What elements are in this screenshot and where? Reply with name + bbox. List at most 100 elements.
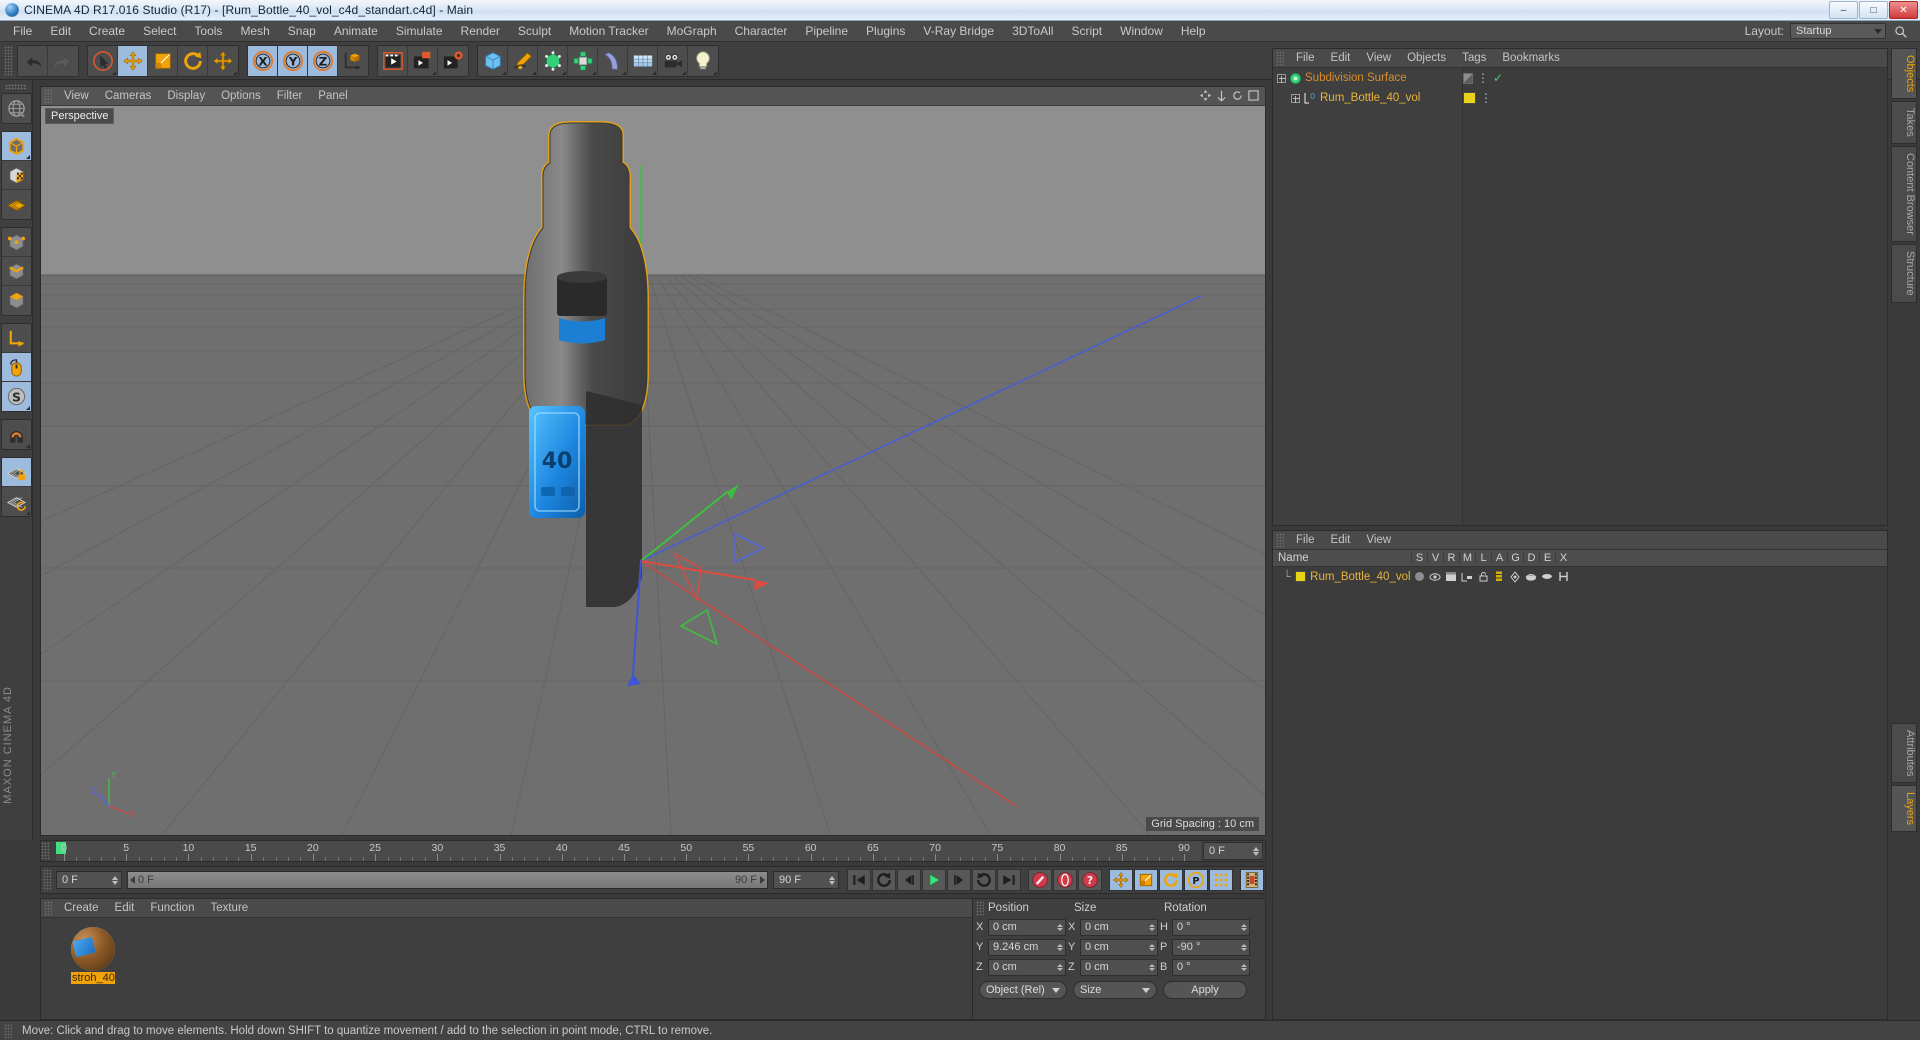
spinner-icon[interactable] bbox=[1057, 963, 1063, 971]
layer-generator-cell[interactable] bbox=[1507, 570, 1523, 583]
dropdown-corner-icon[interactable] bbox=[622, 70, 626, 75]
viewport-menu-panel[interactable]: Panel bbox=[310, 87, 355, 105]
layer-menu-edit[interactable]: Edit bbox=[1323, 534, 1359, 546]
check-icon[interactable]: ✓ bbox=[1493, 71, 1503, 85]
maximize-viewport-icon[interactable] bbox=[1248, 90, 1259, 101]
timeline-frame-field[interactable]: 0 F bbox=[1203, 842, 1263, 860]
menu-item-select[interactable]: Select bbox=[134, 21, 185, 41]
rotation-field-b[interactable]: 0 ° bbox=[1172, 958, 1250, 976]
rotate-view-icon[interactable] bbox=[1232, 90, 1243, 101]
coordinates-grip[interactable] bbox=[976, 900, 984, 916]
viewport-canvas[interactable]: Perspective 40 Y X Z Grid Spacing: 10 c… bbox=[41, 106, 1265, 835]
viewport-solo-button[interactable] bbox=[1, 353, 31, 382]
layer-xref-cell[interactable] bbox=[1555, 571, 1571, 582]
free-move-button[interactable] bbox=[208, 46, 238, 76]
timeline-ruler[interactable]: 0 5 10 15 20 25 30 35 40 45 50 55 60 65 70 75 80 85 90 bbox=[56, 841, 1201, 861]
add-scene-button[interactable] bbox=[598, 45, 628, 76]
menu-item-create[interactable]: Create bbox=[80, 21, 134, 41]
spinner-icon[interactable] bbox=[1253, 846, 1259, 856]
dropdown-corner-icon[interactable] bbox=[25, 511, 30, 515]
position-field-y[interactable]: 9.246 cm bbox=[988, 938, 1066, 956]
viewport-3d-scene[interactable]: 40 Y X Z bbox=[41, 106, 1265, 835]
side-tab-layers[interactable]: Layers bbox=[1891, 785, 1917, 833]
object-axis-button[interactable] bbox=[1, 324, 31, 353]
transport-grip[interactable] bbox=[43, 869, 52, 891]
menu-item-render[interactable]: Render bbox=[452, 21, 509, 41]
dropdown-corner-icon[interactable] bbox=[713, 70, 717, 75]
menu-item-sculpt[interactable]: Sculpt bbox=[509, 21, 560, 41]
dropdown-corner-icon[interactable] bbox=[112, 70, 116, 75]
render-region-button[interactable] bbox=[408, 45, 438, 76]
spinner-icon[interactable] bbox=[112, 875, 118, 885]
add-environment-button[interactable] bbox=[628, 45, 658, 76]
add-generator-button[interactable] bbox=[538, 45, 568, 76]
soft-selection-button[interactable]: S bbox=[1, 382, 31, 411]
layer-row[interactable]: └ Rum_Bottle_40_vol bbox=[1273, 567, 1887, 586]
menu-item-mesh[interactable]: Mesh bbox=[231, 21, 278, 41]
object-menu-objects[interactable]: Objects bbox=[1399, 52, 1454, 64]
add-light-button[interactable] bbox=[688, 46, 718, 76]
menu-item-plugins[interactable]: Plugins bbox=[857, 21, 914, 41]
dropdown-corner-icon[interactable] bbox=[532, 70, 536, 75]
side-tab-content-browser[interactable]: Content Browser bbox=[1891, 146, 1917, 242]
timeline-button[interactable] bbox=[1240, 869, 1264, 891]
spinner-icon[interactable] bbox=[1149, 963, 1155, 971]
size-field-z[interactable]: 0 cm bbox=[1080, 958, 1158, 976]
layer-name-cell[interactable]: └ Rum_Bottle_40_vol bbox=[1273, 571, 1411, 583]
layer-lock-cell[interactable] bbox=[1475, 571, 1491, 582]
object-menu-bookmarks[interactable]: Bookmarks bbox=[1494, 52, 1568, 64]
move-tool-button[interactable] bbox=[118, 45, 148, 76]
menu-item-file[interactable]: File bbox=[4, 21, 41, 41]
step-back-button[interactable] bbox=[897, 869, 921, 891]
menu-item-edit[interactable]: Edit bbox=[41, 21, 80, 41]
record-rotation-button[interactable] bbox=[1159, 869, 1183, 891]
layer-visible-cell[interactable] bbox=[1427, 572, 1443, 582]
spinner-icon[interactable] bbox=[1057, 943, 1063, 951]
rotate-tool-button[interactable] bbox=[178, 45, 208, 76]
material-menu-edit[interactable]: Edit bbox=[107, 902, 143, 914]
maximize-button[interactable]: □ bbox=[1859, 1, 1888, 19]
object-row-subdivision-surface[interactable]: Subdivision Surface bbox=[1273, 68, 1462, 88]
material-tag-icon[interactable] bbox=[1463, 92, 1476, 104]
pan-icon[interactable] bbox=[1200, 90, 1211, 101]
record-pla-button[interactable] bbox=[1209, 869, 1233, 891]
lock-workplane-button[interactable] bbox=[1, 458, 31, 487]
position-field-x[interactable]: 0 cm bbox=[988, 918, 1066, 936]
viewport-menu-display[interactable]: Display bbox=[159, 87, 213, 105]
side-tab-attributes[interactable]: Attributes bbox=[1891, 722, 1917, 784]
viewport-grip[interactable] bbox=[44, 88, 52, 104]
record-position-button[interactable] bbox=[1109, 869, 1133, 891]
workplane-mode-button[interactable] bbox=[2, 190, 31, 219]
timeline-scrollbar[interactable]: 0 F 90 F bbox=[127, 871, 768, 889]
size-field-x[interactable]: 0 cm bbox=[1080, 918, 1158, 936]
menu-item-tools[interactable]: Tools bbox=[185, 21, 231, 41]
menu-item-motion-tracker[interactable]: Motion Tracker bbox=[560, 21, 657, 41]
size-field-y[interactable]: 0 cm bbox=[1080, 938, 1158, 956]
menu-item-mograph[interactable]: MoGraph bbox=[658, 21, 726, 41]
menu-item-3dtoall[interactable]: 3DToAll bbox=[1003, 21, 1062, 41]
left-toolbar-grip[interactable] bbox=[5, 84, 27, 90]
viewport-menu-view[interactable]: View bbox=[56, 87, 97, 105]
side-tab-takes[interactable]: Takes bbox=[1891, 101, 1917, 145]
menu-item-window[interactable]: Window bbox=[1111, 21, 1172, 41]
minimize-button[interactable]: – bbox=[1829, 1, 1858, 19]
layer-color-swatch[interactable] bbox=[1295, 571, 1307, 582]
render-view-button[interactable] bbox=[378, 45, 408, 76]
lock-z-button[interactable]: Z bbox=[308, 45, 338, 76]
object-menu-view[interactable]: View bbox=[1358, 52, 1399, 64]
toolbar-grip[interactable] bbox=[4, 45, 13, 76]
live-selection-button[interactable] bbox=[88, 45, 118, 76]
dropdown-corner-icon[interactable] bbox=[233, 70, 237, 75]
material-thumbnail[interactable] bbox=[71, 927, 115, 971]
layer-render-cell[interactable] bbox=[1443, 571, 1459, 582]
workplane-rotate-button[interactable] bbox=[2, 487, 31, 516]
add-spline-button[interactable] bbox=[508, 45, 538, 76]
side-tab-structure[interactable]: Structure bbox=[1891, 243, 1917, 303]
dropdown-corner-icon[interactable] bbox=[25, 444, 30, 448]
layer-menu-view[interactable]: View bbox=[1358, 534, 1399, 546]
end-frame-field[interactable]: 90 F bbox=[773, 871, 839, 889]
layer-animation-cell[interactable] bbox=[1491, 571, 1507, 582]
add-deformer-button[interactable] bbox=[568, 45, 598, 76]
redo-button[interactable] bbox=[48, 46, 78, 76]
material-menu-create[interactable]: Create bbox=[56, 902, 107, 914]
